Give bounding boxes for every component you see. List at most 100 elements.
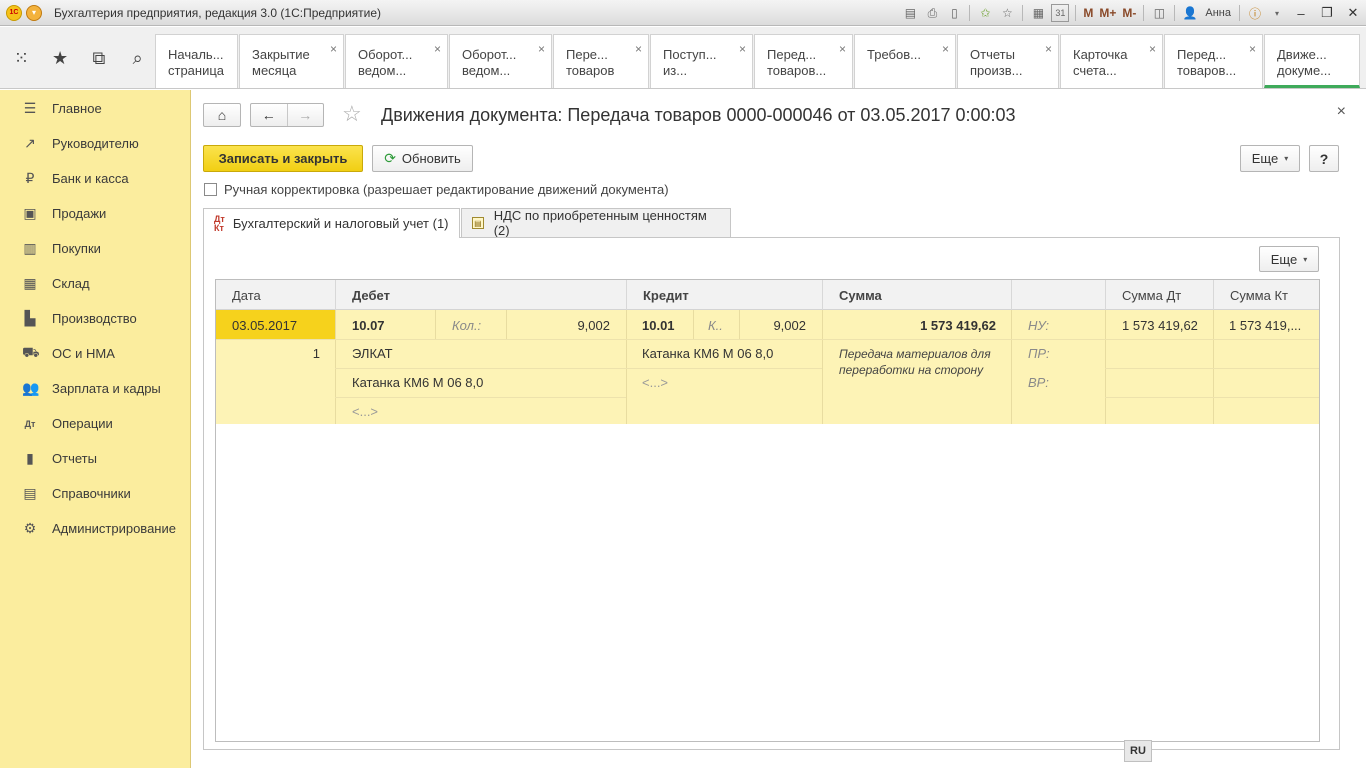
tab-requirement[interactable]: Требов... × (854, 34, 956, 88)
close-icon[interactable]: × (434, 41, 441, 57)
sidebar-item-fixed-assets[interactable]: ⛟ ОС и НМА (0, 336, 190, 371)
divider (626, 310, 627, 424)
arrow-left-icon: ← (261, 107, 276, 123)
column-credit[interactable]: Кредит (627, 280, 823, 310)
sidebar-item-label: Зарплата и кадры (52, 381, 161, 396)
main-menu-icon[interactable]: ▾ (26, 4, 42, 21)
tab-receipt[interactable]: Поступ... из... × (650, 34, 753, 88)
tab-document-movements[interactable]: Движе... докуме... (1264, 34, 1360, 88)
close-icon[interactable]: × (1045, 41, 1052, 57)
column-amount[interactable]: Сумма (823, 280, 1012, 310)
compare-icon[interactable]: ▤ (901, 4, 919, 22)
book-icon: ▤ (23, 485, 37, 501)
table-row[interactable]: 03.05.2017 1 10.07 Кол.: 9,002 ЭЛКАТ Кат… (216, 310, 1319, 424)
tab-month-closing[interactable]: Закрытие месяца × (239, 34, 344, 88)
more-button-label: Еще (1251, 151, 1279, 166)
refresh-button-label: Обновить (401, 151, 461, 166)
tab-label: Оборот... (462, 47, 517, 62)
debit-subconto-2: Катанка КМ6 М 06 8,0 (352, 375, 484, 390)
memory-plus-button[interactable]: M+ (1099, 6, 1116, 20)
tab-home-page[interactable]: Началь... страница (155, 34, 238, 88)
column-sum-dt[interactable]: Сумма Дт (1106, 280, 1214, 310)
star-icon[interactable]: ☆ (998, 4, 1016, 22)
column-date[interactable]: Дата (216, 280, 336, 310)
sidebar-item-directories[interactable]: ▤ Справочники (0, 476, 190, 511)
tab-label: Требов... (867, 47, 921, 62)
close-form-icon[interactable]: × (1337, 103, 1346, 121)
tab-vat-acquired[interactable]: ▤ НДС по приобретенным ценностям (2) (461, 208, 731, 238)
column-sum-kt[interactable]: Сумма Кт (1214, 280, 1319, 310)
tab-label: Перед... (1177, 47, 1227, 62)
tab-accounting-tax[interactable]: Дт Кт Бухгалтерский и налоговый учет (1) (203, 208, 460, 238)
sidebar-item-manager[interactable]: ↗ Руководителю (0, 126, 190, 161)
close-icon[interactable]: × (839, 41, 846, 57)
close-icon[interactable]: ✕ (1340, 3, 1366, 23)
close-icon[interactable]: × (538, 41, 545, 57)
tab-turnover-1[interactable]: Оборот... ведом... × (345, 34, 448, 88)
forward-button[interactable]: → (288, 104, 324, 126)
star-icon[interactable]: ★ (43, 40, 78, 76)
tab-label: Перед... (767, 47, 817, 62)
sidebar-item-sales[interactable]: ▣ Продажи (0, 196, 190, 231)
close-icon[interactable]: × (330, 41, 337, 57)
sidebar-item-purchases[interactable]: ▥ Покупки (0, 231, 190, 266)
tab-transfer-goods-3[interactable]: Перед... товаров... × (1164, 34, 1263, 88)
memory-button[interactable]: M (1083, 6, 1093, 20)
tab-turnover-2[interactable]: Оборот... ведом... × (449, 34, 552, 88)
divider (1105, 310, 1106, 424)
panel-icon[interactable]: ◫ (1150, 4, 1168, 22)
info-icon[interactable]: ⓘ (1246, 4, 1264, 22)
tab-transfer-goods-2[interactable]: Перед... товаров... × (754, 34, 853, 88)
sidebar-item-salary[interactable]: 👥 Зарплата и кадры (0, 371, 190, 406)
favorite-star-icon[interactable]: ☆ (342, 102, 362, 126)
close-icon[interactable]: × (942, 41, 949, 57)
sidebar-item-main[interactable]: ☰ Главное (0, 91, 190, 126)
memory-minus-button[interactable]: M- (1122, 6, 1136, 20)
more-button[interactable]: Еще ▾ (1240, 145, 1300, 172)
sidebar-item-label: Банк и касса (52, 171, 129, 186)
home-button[interactable]: ⌂ (203, 103, 241, 127)
save-and-close-button[interactable]: Записать и закрыть (203, 145, 363, 172)
calendar-icon[interactable]: 31 (1051, 4, 1070, 22)
search-icon[interactable]: ⌕ (120, 40, 155, 76)
manual-correction-checkbox[interactable] (204, 183, 217, 196)
sidebar-item-production[interactable]: ▙ Производство (0, 301, 190, 336)
back-button[interactable]: ← (251, 104, 288, 126)
divider (1011, 310, 1012, 424)
sidebar-item-operations[interactable]: Дт Операции (0, 406, 190, 441)
column-tax-type[interactable] (1012, 280, 1106, 310)
sidebar-item-reports[interactable]: ▮ Отчеты (0, 441, 190, 476)
language-indicator[interactable]: RU (1124, 740, 1152, 762)
refresh-button[interactable]: ⟳ Обновить (372, 145, 473, 172)
sidebar-item-bank[interactable]: ₽ Банк и касса (0, 161, 190, 196)
user-name[interactable]: Анна (1205, 7, 1231, 19)
close-icon[interactable]: × (739, 41, 746, 57)
preview-icon[interactable]: ▯ (945, 4, 963, 22)
movements-table[interactable]: Дата Дебет Кредит Сумма Сумма Дт Сумма К… (215, 279, 1320, 742)
tab-production-reports[interactable]: Отчеты произв... × (957, 34, 1059, 88)
apps-icon[interactable]: ⁙ (4, 40, 39, 76)
chevron-down-icon: ▾ (1284, 154, 1289, 163)
tab-account-card[interactable]: Карточка счета... × (1060, 34, 1163, 88)
open-windows-bar: ⁙ ★ ⧉ ⌕ Началь... страница Закрытие меся… (0, 27, 1366, 89)
minimize-icon[interactable]: – (1288, 3, 1314, 23)
close-icon[interactable]: × (635, 41, 642, 57)
tab-label: товаров... (1177, 63, 1237, 78)
tab-label: Отчеты (970, 47, 1015, 62)
favorites-icon[interactable]: ✩ (976, 4, 994, 22)
app-logo-icon[interactable]: 1С (6, 4, 22, 21)
close-icon[interactable]: × (1149, 41, 1156, 57)
help-button[interactable]: ? (1309, 145, 1339, 172)
tab-transfer-goods-1[interactable]: Пере... товаров × (553, 34, 649, 88)
restore-icon[interactable]: ❐ (1314, 3, 1340, 23)
manual-correction-label[interactable]: Ручная корректировка (разрешает редактир… (224, 182, 669, 197)
sidebar-item-warehouse[interactable]: ▦ Склад (0, 266, 190, 301)
grid-more-button[interactable]: Еще ▾ (1259, 246, 1319, 272)
close-icon[interactable]: × (1249, 41, 1256, 57)
column-debit[interactable]: Дебет (336, 280, 627, 310)
calculator-icon[interactable]: ▦ (1029, 4, 1047, 22)
history-icon[interactable]: ⧉ (82, 40, 117, 76)
print-icon[interactable]: ⎙ (923, 4, 941, 22)
sidebar-item-administration[interactable]: ⚙ Администрирование (0, 511, 190, 546)
chevron-down-icon[interactable]: ▾ (1268, 4, 1286, 22)
